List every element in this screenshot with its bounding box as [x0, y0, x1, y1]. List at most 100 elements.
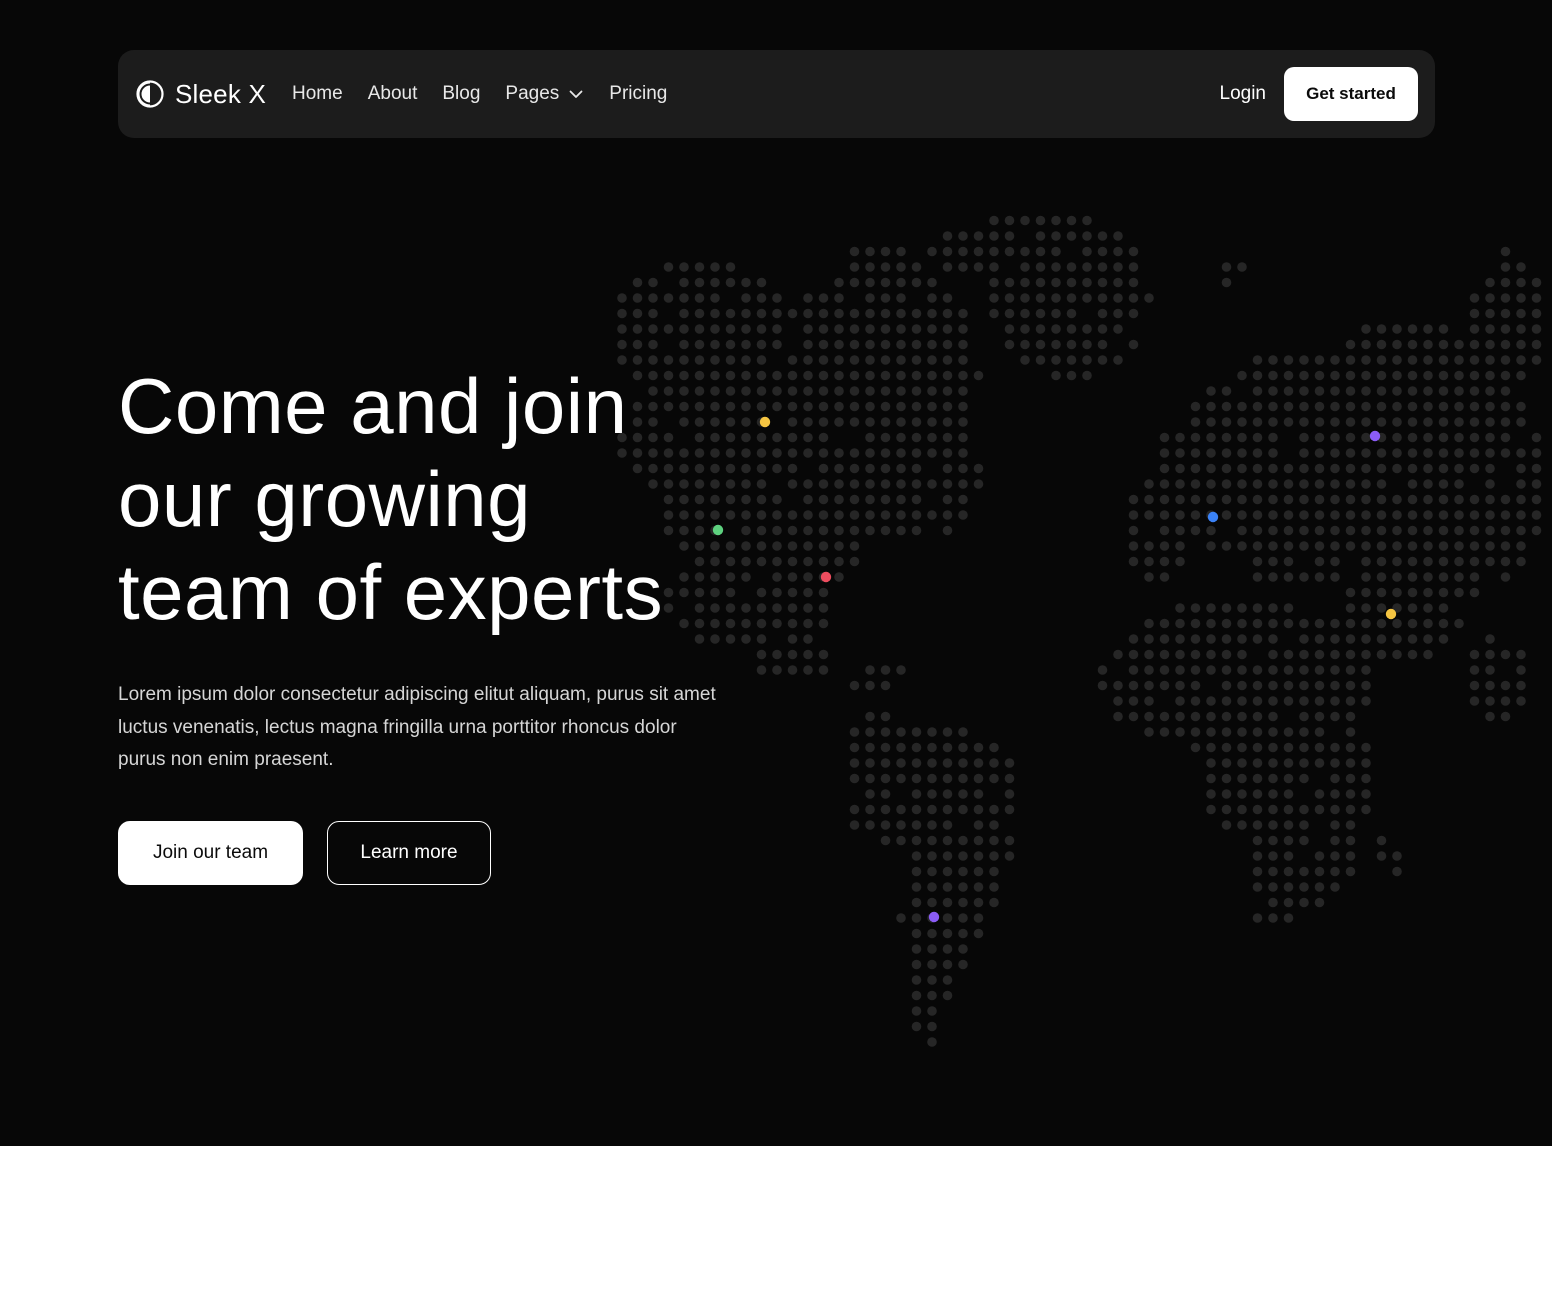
- map-dot: [1004, 339, 1015, 350]
- map-dot: [880, 773, 891, 784]
- map-dot: [1345, 711, 1356, 722]
- map-dot: [1299, 463, 1309, 474]
- map-dot: [1283, 680, 1294, 691]
- map-dot: [1500, 494, 1511, 505]
- map-dot: [741, 324, 751, 334]
- map-dot: [911, 913, 922, 923]
- nav-link-pricing[interactable]: Pricing: [609, 83, 667, 105]
- map-dot: [818, 525, 829, 536]
- map-dot: [958, 432, 968, 443]
- map-dot: [1376, 556, 1387, 567]
- map-dot: [818, 587, 829, 598]
- map-dot: [911, 525, 922, 536]
- map-dot: [896, 324, 906, 334]
- map-dot: [911, 463, 922, 474]
- get-started-button[interactable]: Get started: [1284, 67, 1418, 121]
- map-dot: [865, 386, 875, 396]
- map-location-marker: [1385, 608, 1397, 620]
- map-dot: [1330, 866, 1340, 877]
- map-dot: [1454, 510, 1464, 520]
- map-dot: [1516, 510, 1526, 520]
- nav-link-blog[interactable]: Blog: [442, 83, 480, 105]
- map-dot: [1314, 572, 1325, 582]
- map-dot: [1128, 293, 1139, 303]
- map-dot: [1485, 525, 1495, 536]
- map-dot: [1128, 665, 1139, 675]
- map-dot: [1361, 355, 1371, 365]
- nav-link-pages-dropdown[interactable]: Pages: [505, 83, 584, 105]
- map-dot: [1268, 742, 1278, 753]
- map-dot: [973, 882, 984, 892]
- map-dot: [1082, 370, 1092, 381]
- map-dot: [1314, 897, 1325, 908]
- map-dot: [880, 820, 891, 830]
- map-dot: [1516, 355, 1526, 365]
- map-dot: [942, 789, 953, 799]
- map-dot: [1206, 758, 1216, 768]
- map-dot: [942, 944, 953, 954]
- map-dot: [911, 773, 922, 784]
- map-dot: [1438, 494, 1449, 505]
- map-dot: [1361, 680, 1371, 691]
- map-location-marker: [820, 571, 832, 583]
- map-dot: [1237, 448, 1247, 458]
- map-dot: [1438, 587, 1449, 598]
- map-dot: [865, 820, 875, 830]
- map-dot: [958, 913, 968, 923]
- map-dot: [1221, 742, 1232, 753]
- map-dot: [942, 324, 953, 334]
- login-link[interactable]: Login: [1220, 83, 1267, 105]
- map-dot: [1299, 882, 1309, 892]
- map-dot: [1314, 401, 1325, 412]
- map-dot: [1361, 804, 1371, 815]
- map-dot: [1283, 789, 1294, 799]
- map-dot: [896, 432, 906, 443]
- learn-more-button[interactable]: Learn more: [327, 820, 491, 885]
- map-dot: [1299, 773, 1309, 784]
- map-dot: [834, 370, 844, 381]
- map-dot: [973, 820, 984, 830]
- map-dot: [958, 231, 968, 241]
- map-dot: [1190, 603, 1201, 613]
- map-dot: [849, 742, 860, 753]
- map-dot: [1361, 789, 1371, 799]
- map-dot: [1221, 758, 1232, 768]
- map-dot: [1330, 494, 1340, 505]
- map-dot: [1361, 479, 1371, 489]
- map-dot: [1252, 417, 1263, 427]
- map-dot: [1485, 680, 1495, 691]
- nav-link-home[interactable]: Home: [292, 83, 343, 105]
- map-dot: [1252, 711, 1263, 722]
- map-dot: [1454, 541, 1464, 551]
- map-dot: [1500, 432, 1511, 443]
- map-dot: [1159, 680, 1170, 691]
- map-dot: [1283, 572, 1294, 582]
- map-dot: [1144, 618, 1154, 629]
- map-dot: [1376, 603, 1387, 613]
- map-dot: [865, 401, 875, 412]
- map-dot: [834, 510, 844, 520]
- map-dot: [896, 525, 906, 536]
- map-dot: [1392, 324, 1402, 334]
- map-dot: [1268, 897, 1278, 908]
- map-dot: [679, 308, 689, 319]
- map-dot: [818, 541, 829, 551]
- map-dot: [880, 742, 891, 753]
- map-dot: [756, 339, 767, 350]
- map-dot: [1376, 835, 1387, 846]
- map-dot: [803, 603, 813, 613]
- map-dot: [896, 913, 906, 923]
- nav-link-about[interactable]: About: [368, 83, 418, 105]
- map-dot: [927, 897, 937, 908]
- map-dot: [1345, 510, 1356, 520]
- map-dot: [911, 510, 922, 520]
- map-dot: [1128, 277, 1139, 288]
- map-dot: [1268, 851, 1278, 861]
- map-dot: [818, 417, 829, 427]
- join-our-team-button[interactable]: Join our team: [118, 820, 303, 885]
- map-dot: [1175, 680, 1185, 691]
- map-dot: [927, 355, 937, 365]
- brand[interactable]: Sleek X: [135, 79, 266, 110]
- map-dot: [865, 510, 875, 520]
- map-dot: [818, 649, 829, 660]
